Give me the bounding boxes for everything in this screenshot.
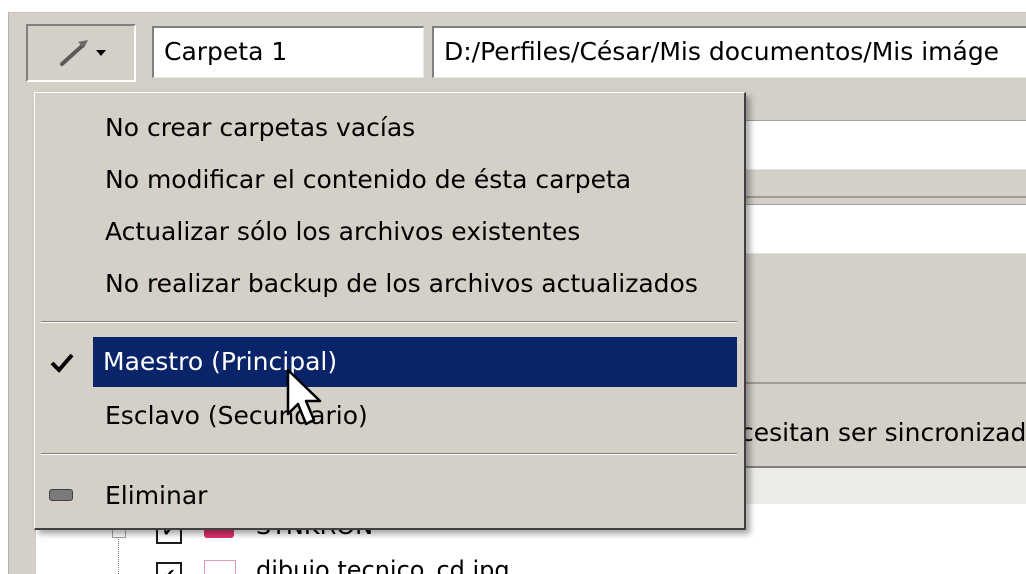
tools-dropdown-button[interactable] [26,24,136,82]
menu-item-actualizar-solo-existentes[interactable]: Actualizar sólo los archivos existentes [39,207,739,257]
tree-row-checkbox[interactable]: ✔ [156,562,182,574]
tree-row-label[interactable]: dibujo tecnico_cd.jpg [256,556,510,574]
menu-item-no-modificar-contenido[interactable]: No modificar el contenido de ésta carpet… [39,155,739,205]
wrench-dropdown-icon [60,40,106,66]
menu-item-no-realizar-backup[interactable]: No realizar backup de los archivos actua… [39,259,739,309]
menu-separator [41,321,737,323]
checkmark-icon [50,353,74,373]
screenshot-stage: Carpeta 1 D:/Perfiles/César/Mis document… [0,0,1026,574]
folder-options-menu: No crear carpetas vacías No modificar el… [34,92,746,530]
menu-item-maestro-principal[interactable]: Maestro (Principal) [93,337,737,387]
menu-item-esclavo-secundario[interactable]: Esclavo (Secundario) [39,391,739,441]
folder-name-field[interactable]: Carpeta 1 [152,26,424,78]
image-file-icon [204,560,236,574]
menu-item-eliminar[interactable]: Eliminar [39,471,739,521]
mouse-cursor-icon [286,368,322,426]
menu-separator [41,453,737,455]
menu-item-no-crear-carpetas-vacias[interactable]: No crear carpetas vacías [39,103,739,153]
background-partial-text: cesitan ser sincronizad [740,418,1026,447]
folder-path-field[interactable]: D:/Perfiles/César/Mis documentos/Mis imá… [432,26,1026,78]
